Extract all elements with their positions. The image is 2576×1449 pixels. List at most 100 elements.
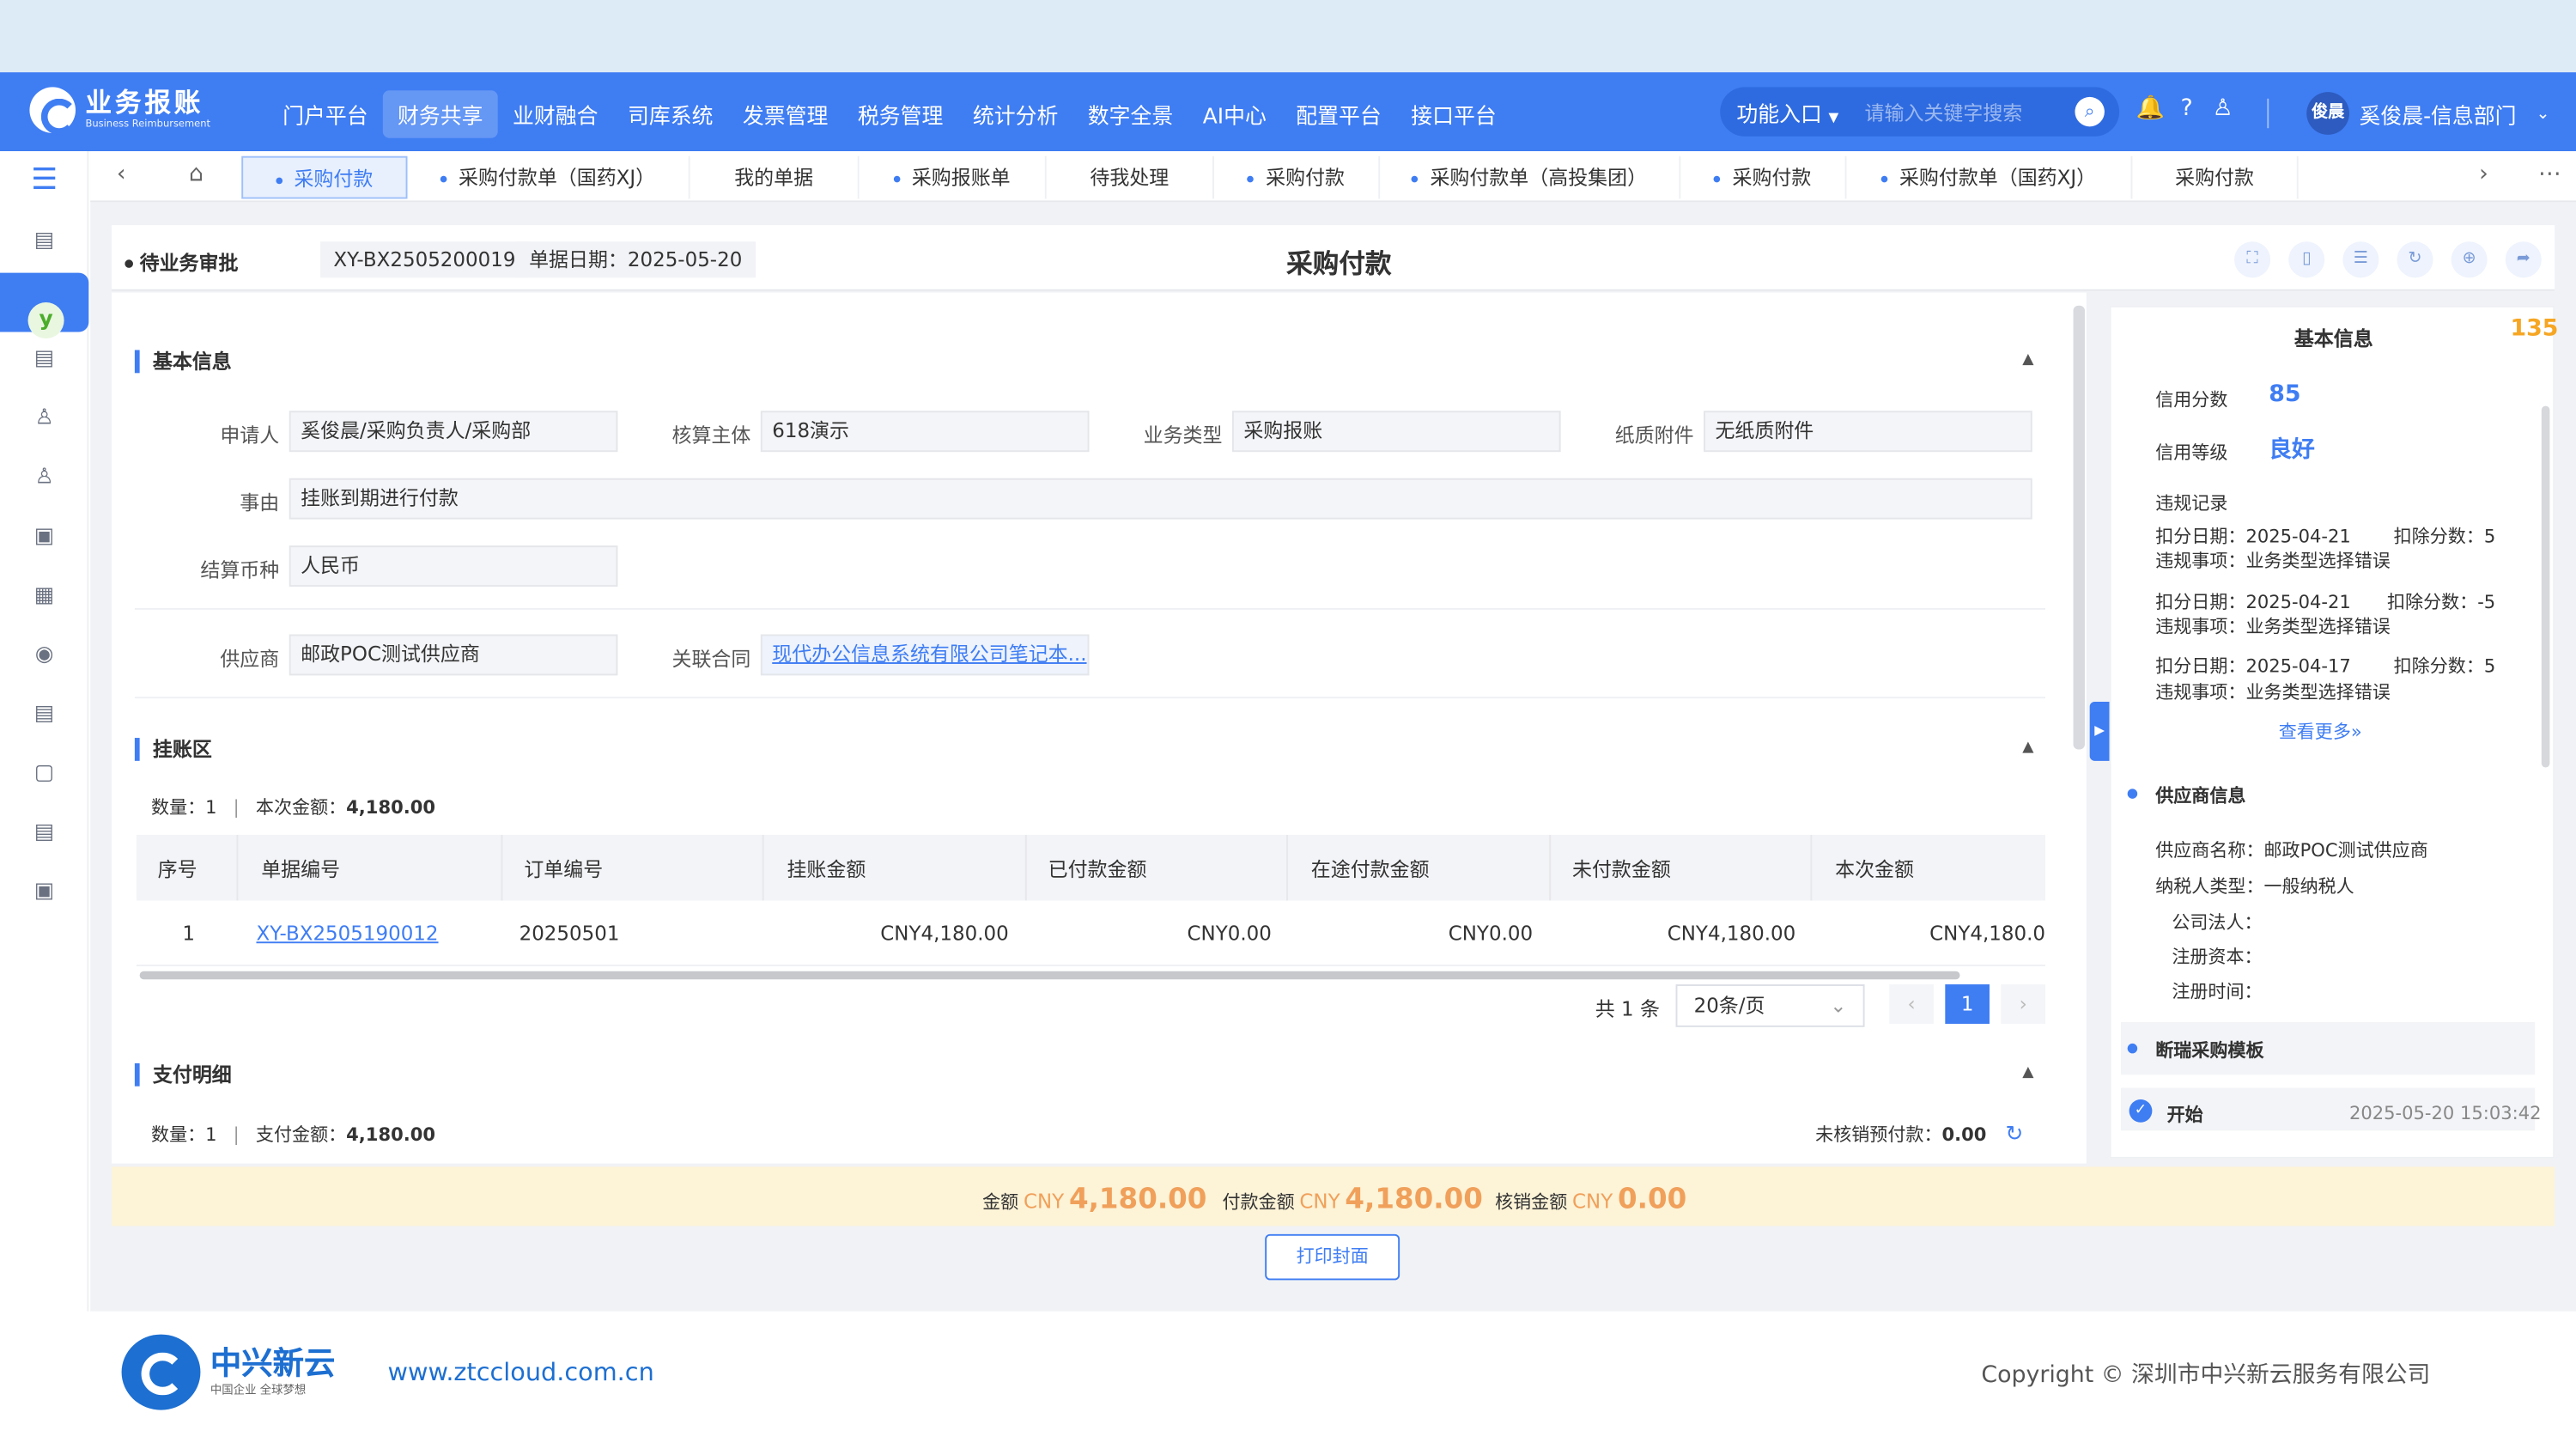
menu-toggle-icon[interactable]: ☰ (29, 165, 58, 195)
tab-next-icon[interactable]: › (2479, 161, 2488, 188)
tab-purchase-payment-1[interactable]: 采购付款 (241, 155, 408, 199)
entity-label: 核算主体 (671, 423, 751, 447)
collapse-ledger-icon[interactable]: ▲ (2022, 740, 2033, 756)
reason-field[interactable]: 挂账到期进行付款 (289, 478, 2032, 520)
avatar: 俊晨 (2306, 92, 2349, 135)
pager-prev-button[interactable]: ‹ (1889, 984, 1934, 1024)
badge-135-icon: 135 (2510, 315, 2559, 342)
right-panel-scrollbar[interactable] (2541, 405, 2550, 768)
sidebar-user-icon[interactable]: ♙ (29, 405, 58, 434)
share-icon[interactable]: ➦ (2505, 241, 2542, 278)
sidebar-users-icon[interactable]: ♙ (29, 464, 58, 493)
menu-item-finance-share[interactable]: 财务共享 (382, 90, 498, 138)
entity-field[interactable]: 618演示 (760, 411, 1090, 453)
violation-item: 违规事项：业务类型选择错误 (2155, 550, 2391, 572)
main-menu: 门户平台 财务共享 业财融合 司库系统 发票管理 税务管理 统计分析 数字全景 … (268, 90, 1511, 138)
menu-item-portal[interactable]: 门户平台 (268, 90, 383, 137)
supplier-field[interactable]: 邮政POC测试供应商 (289, 634, 618, 676)
col-hang-amount: 挂账金额 (787, 857, 866, 881)
supplier-info-title: 供应商信息 (2155, 785, 2246, 807)
tab-my-docs[interactable]: 我的单据 (690, 155, 860, 199)
pager-page-1[interactable]: 1 (1945, 984, 1990, 1024)
help-icon[interactable]: ? (2169, 95, 2205, 122)
company-url[interactable]: www.ztccloud.com.cn (388, 1357, 654, 1386)
menu-item-biz-finance[interactable]: 业财融合 (498, 90, 613, 137)
app-logo[interactable]: 业务报账 Business Reimbursement (29, 87, 211, 135)
search-input[interactable]: 请输入关键字搜索 (1865, 98, 2075, 126)
section-basic-info-title: 基本信息 (134, 350, 232, 374)
sidebar-shield-icon[interactable]: ▢ (29, 759, 58, 788)
refresh-icon[interactable]: ↻ (2397, 241, 2433, 278)
paper-attachment-field[interactable]: 无纸质附件 (1704, 411, 2032, 453)
pager-next-button[interactable]: › (2001, 984, 2046, 1024)
violation-score: 扣除分数：-5 (2386, 591, 2496, 613)
col-unpaid-amount: 未付款金额 (1571, 857, 1671, 881)
main-scrollbar[interactable] (2073, 305, 2085, 750)
function-entry-dropdown[interactable]: 功能入口 ▼ (1720, 96, 1864, 128)
sidebar-list-icon[interactable]: ▤ (29, 345, 58, 374)
tab-purchase-payment-3[interactable]: 采购付款 (1680, 155, 1847, 199)
sidebar-archive-icon[interactable]: ▣ (29, 878, 58, 907)
tab-prev-icon[interactable]: ‹ (117, 161, 126, 188)
contract-link[interactable]: 现代办公信息系统有限公司笔记本... (760, 634, 1090, 676)
sidebar-report-icon[interactable]: ▤ (29, 700, 58, 729)
sidebar-currency-icon[interactable]: ◉ (29, 641, 58, 670)
chevron-down-icon: ⌄ (2536, 104, 2550, 123)
tab-purchase-payment-gt[interactable]: 采购付款单（高投集团） (1380, 155, 1681, 199)
menu-item-config[interactable]: 配置平台 (1281, 90, 1396, 137)
row-hang: CNY4,180.00 (880, 922, 1009, 946)
copyright: Copyright © 深圳市中兴新云服务有限公司 (1981, 1362, 2431, 1389)
menu-item-tax[interactable]: 税务管理 (843, 90, 958, 137)
sidebar-card-icon[interactable]: ▣ (29, 522, 58, 551)
refresh-icon[interactable]: ↻ (2005, 1123, 2023, 1148)
collapse-basic-icon[interactable]: ▲ (2022, 351, 2033, 368)
user-menu[interactable]: 俊晨 奚俊晨-信息部门 ⌄ (2306, 92, 2550, 135)
tab-purchase-payment-xj-2[interactable]: 采购付款单（国药XJ） (1847, 155, 2133, 199)
credit-level-label: 信用等级 (2155, 441, 2228, 464)
home-icon[interactable]: ⌂ (189, 161, 204, 188)
sidebar-calendar-icon[interactable]: ▦ (29, 581, 58, 611)
zoom-icon[interactable]: ⊕ (2451, 241, 2488, 278)
currency-field[interactable]: 人民币 (289, 545, 618, 588)
credit-level-value: 良好 (2269, 436, 2315, 464)
doc-date: 单据日期：2025-05-20 (515, 241, 756, 278)
print-cover-button[interactable]: 打印封面 (1265, 1233, 1400, 1281)
menu-item-interface[interactable]: 接口平台 (1396, 90, 1511, 137)
page-title: 采购付款 (1286, 247, 1392, 280)
fullscreen-icon[interactable]: ⛶ (2234, 241, 2271, 278)
bell-icon[interactable]: 🔔 (2132, 95, 2168, 122)
menu-item-ai[interactable]: AI中心 (1188, 90, 1282, 137)
table-scrollbar[interactable] (139, 971, 1960, 980)
sidebar-doc-icon[interactable]: ▤ (29, 227, 58, 256)
app-subtitle: Business Reimbursement (85, 118, 211, 131)
menu-item-stats[interactable]: 统计分析 (958, 90, 1073, 137)
menu-item-treasury[interactable]: 司库系统 (613, 90, 728, 137)
row-doc-link[interactable]: XY-BX2505190012 (256, 922, 438, 945)
applicant-field[interactable]: 奚俊晨/采购负责人/采购部 (289, 411, 618, 453)
view-more-link[interactable]: 查看更多» (2279, 718, 2362, 745)
menu-item-digital[interactable]: 数字全景 (1073, 90, 1188, 137)
divider (134, 607, 2046, 610)
more-icon[interactable]: ⋯ (2538, 161, 2561, 188)
biz-type-field[interactable]: 采购报账 (1231, 411, 1561, 453)
ledger-count: 1 (205, 796, 217, 819)
sidebar-search-doc-icon[interactable]: ▤ (29, 819, 58, 848)
tab-purchase-payment-2[interactable]: 采购付款 (1214, 155, 1381, 199)
violation-date: 扣分日期：2025-04-21 (2155, 591, 2351, 613)
list-icon[interactable]: ☰ (2342, 241, 2379, 278)
tab-purchase-payment-xj[interactable]: 采购付款单（国药XJ） (407, 155, 690, 199)
supplier-dot-icon (2127, 788, 2138, 799)
search-icon[interactable]: ⌕ (2075, 96, 2105, 127)
tab-purchase-payment-4[interactable]: 采购付款 (2132, 155, 2299, 199)
bookmark-icon[interactable]: ▯ (2288, 241, 2325, 278)
menu-item-invoice[interactable]: 发票管理 (728, 90, 843, 137)
page-size-select[interactable]: 20条/页 ⌄ (1675, 984, 1865, 1027)
currency-label: 结算币种 (200, 558, 280, 582)
collapse-payment-icon[interactable]: ▲ (2022, 1065, 2033, 1081)
user-settings-icon[interactable]: ♙ (2205, 95, 2241, 122)
ledger-amount: 4,180.00 (346, 796, 436, 819)
panel-toggle-handle[interactable]: ▶ (2089, 701, 2110, 761)
tab-purchase-reimburse[interactable]: 采购报账单 (860, 155, 1047, 199)
supplier-name: 供应商名称：邮政POC测试供应商 (2155, 839, 2428, 861)
tab-pending[interactable]: 待我处理 (1047, 155, 1214, 199)
